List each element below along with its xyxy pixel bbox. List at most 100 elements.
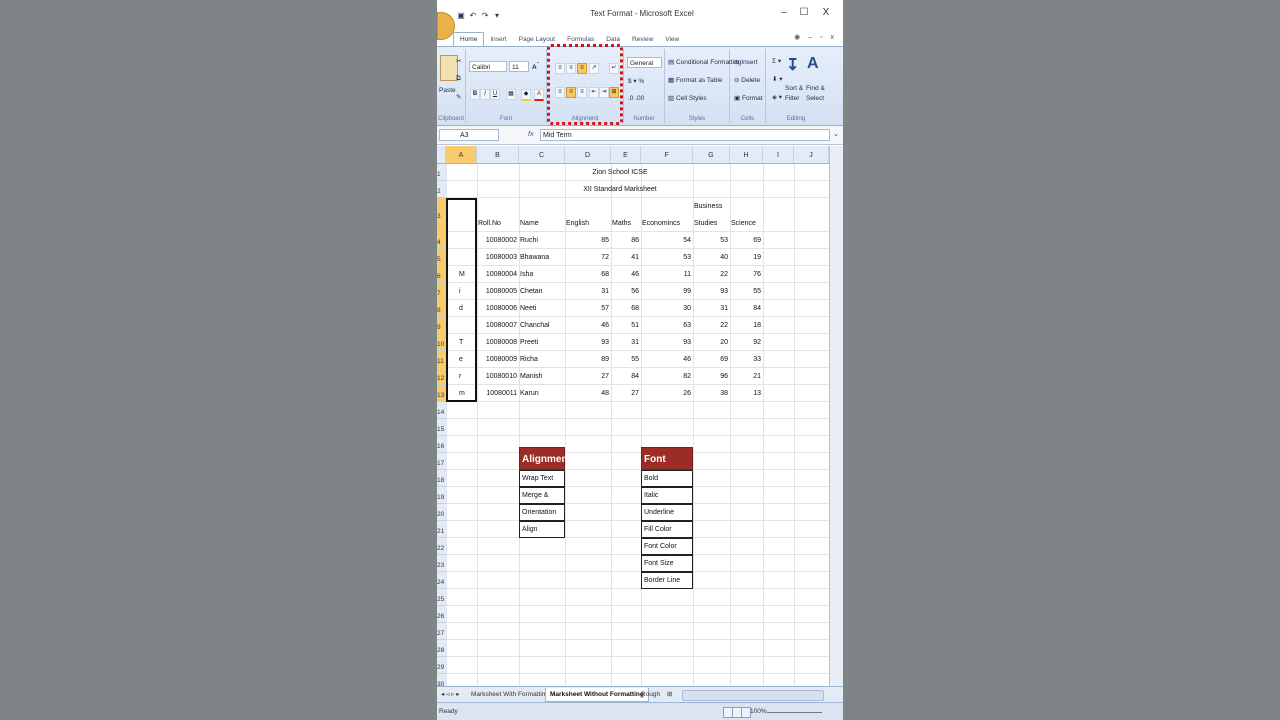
row-header-12[interactable]: 12 <box>437 368 446 385</box>
row-header-6[interactable]: 6 <box>437 266 446 283</box>
row-header-18[interactable]: 18 <box>437 470 446 487</box>
row-header-16[interactable]: 16 <box>437 436 446 453</box>
close-button[interactable]: X <box>819 7 833 18</box>
filter-label[interactable]: Filter <box>785 95 799 102</box>
tab-home[interactable]: Home <box>453 32 485 46</box>
save-icon[interactable]: ▣ <box>456 10 466 22</box>
insert-cells-button[interactable]: ⊕ Insert <box>734 58 758 66</box>
cell-styles-button[interactable]: ▥ Cell Styles <box>668 94 707 102</box>
maximize-button[interactable]: ☐ <box>797 7 811 18</box>
delete-cells-button[interactable]: ⊖ Delete <box>734 76 760 84</box>
italic-icon[interactable]: I <box>480 89 490 100</box>
row-header-14[interactable]: 14 <box>437 402 446 419</box>
zoom-slider[interactable] <box>767 712 822 713</box>
format-cells-button[interactable]: ▣ Format <box>734 94 763 102</box>
undo-icon[interactable]: ↶ <box>468 10 478 22</box>
customize-qat-icon[interactable]: ▾ <box>492 10 502 22</box>
insert-function-icon[interactable]: fx <box>503 129 541 141</box>
minimize-button[interactable]: – <box>777 7 791 18</box>
row-header-8[interactable]: 8 <box>437 300 446 317</box>
row-header-28[interactable]: 28 <box>437 640 446 657</box>
merged-cell-mid-term[interactable] <box>446 198 477 402</box>
fill-icon[interactable]: ⬇ ▾ <box>772 75 783 83</box>
autosum-icon[interactable]: Σ ▾ <box>772 57 781 65</box>
sheet-nav-arrows[interactable]: ◂ ◃ ▹ ▸ <box>437 688 463 701</box>
border-icon[interactable]: ▦ <box>506 89 516 100</box>
cut-icon[interactable]: ✂ <box>456 57 461 65</box>
vertical-scrollbar[interactable] <box>829 146 843 686</box>
clear-icon[interactable]: ◈ ▾ <box>772 93 782 101</box>
row-header-24[interactable]: 24 <box>437 572 446 589</box>
sheet-tab-3[interactable]: Rough <box>637 688 664 701</box>
sort-filter-icon[interactable]: ↧ <box>786 55 799 75</box>
row-header-27[interactable]: 27 <box>437 623 446 640</box>
underline-icon[interactable]: U <box>490 89 500 100</box>
column-header-j[interactable]: J <box>794 146 829 163</box>
column-header-a[interactable]: A <box>446 146 477 163</box>
find-select-icon[interactable]: A <box>807 55 819 73</box>
format-as-table-button[interactable]: ▦ Format as Table <box>668 76 722 84</box>
expand-formula-icon[interactable]: ⌄ <box>833 130 839 138</box>
row-header-20[interactable]: 20 <box>437 504 446 521</box>
row-header-2[interactable]: 2 <box>437 181 446 198</box>
row-header-17[interactable]: 17 <box>437 453 446 470</box>
row-header-15[interactable]: 15 <box>437 419 446 436</box>
row-gridline <box>446 384 829 385</box>
font-size-select[interactable]: 11 <box>509 61 529 72</box>
row-header-22[interactable]: 22 <box>437 538 446 555</box>
select-label[interactable]: Select <box>806 95 824 102</box>
row-header-9[interactable]: 9 <box>437 317 446 334</box>
paste-label[interactable]: Paste <box>439 87 456 94</box>
name-box[interactable]: A3 <box>439 129 499 141</box>
row-header-11[interactable]: 11 <box>437 351 446 368</box>
font-box-item: Border Line <box>641 572 693 589</box>
font-name-select[interactable]: Calibri <box>469 61 507 72</box>
copy-icon[interactable]: ⧉ <box>456 75 461 83</box>
number-format-select[interactable]: General <box>627 57 662 68</box>
row-header-29[interactable]: 29 <box>437 657 446 674</box>
row-header-4[interactable]: 4 <box>437 232 446 249</box>
format-painter-icon[interactable]: ✎ <box>456 93 461 101</box>
decimal-icon[interactable]: .0 .00 <box>628 95 644 102</box>
select-all-corner[interactable] <box>437 146 446 163</box>
tab-review[interactable]: Review <box>626 33 659 46</box>
row-header-13[interactable]: 13 <box>437 385 446 402</box>
row-header-10[interactable]: 10 <box>437 334 446 351</box>
column-header-h[interactable]: H <box>730 146 763 163</box>
zoom-level[interactable]: 100% <box>750 708 767 715</box>
sort-label[interactable]: Sort & <box>785 85 803 92</box>
column-header-b[interactable]: B <box>477 146 519 163</box>
row-header-3[interactable]: 3 <box>437 198 446 232</box>
redo-icon[interactable]: ↷ <box>480 10 490 22</box>
worksheet-grid[interactable]: A B C D E F G H I J 1 2 3 4 5 6 7 8 9 10 11 12 13 14 15 16 17 18 19 2… <box>437 146 829 686</box>
row-header-21[interactable]: 21 <box>437 521 446 538</box>
bold-icon[interactable]: B <box>470 89 480 100</box>
column-header-e[interactable]: E <box>611 146 641 163</box>
sheet-tab-1[interactable]: Marksheet With Formatting <box>467 688 553 701</box>
row-header-7[interactable]: 7 <box>437 283 446 300</box>
tab-insert[interactable]: Insert <box>484 33 512 46</box>
insert-sheet-icon[interactable]: ⊞ <box>663 688 676 701</box>
tab-view[interactable]: View <box>659 33 685 46</box>
sheet-tab-2[interactable]: Marksheet Without Formatting <box>545 688 649 702</box>
column-header-c[interactable]: C <box>519 146 565 163</box>
row-header-19[interactable]: 19 <box>437 487 446 504</box>
row-header-1[interactable]: 1 <box>437 164 446 181</box>
row-header-30[interactable]: 30 <box>437 674 446 686</box>
column-header-g[interactable]: G <box>693 146 730 163</box>
font-color-icon[interactable]: A <box>534 89 544 101</box>
row-header-5[interactable]: 5 <box>437 249 446 266</box>
grow-font-icon[interactable]: Aˆ <box>532 62 539 71</box>
horizontal-scrollbar[interactable] <box>682 690 824 701</box>
fill-color-icon[interactable]: ◆ <box>521 89 531 101</box>
formula-input[interactable]: Mid Term <box>540 129 830 141</box>
column-header-d[interactable]: D <box>565 146 611 163</box>
row-header-26[interactable]: 26 <box>437 606 446 623</box>
row-header-25[interactable]: 25 <box>437 589 446 606</box>
ribbon-window-controls[interactable]: ◉ – ▫ x <box>794 33 837 41</box>
column-header-i[interactable]: I <box>763 146 794 163</box>
row-header-23[interactable]: 23 <box>437 555 446 572</box>
column-header-f[interactable]: F <box>641 146 693 163</box>
find-label[interactable]: Find & <box>806 85 825 92</box>
currency-icon[interactable]: $ ▾ % <box>628 77 644 85</box>
